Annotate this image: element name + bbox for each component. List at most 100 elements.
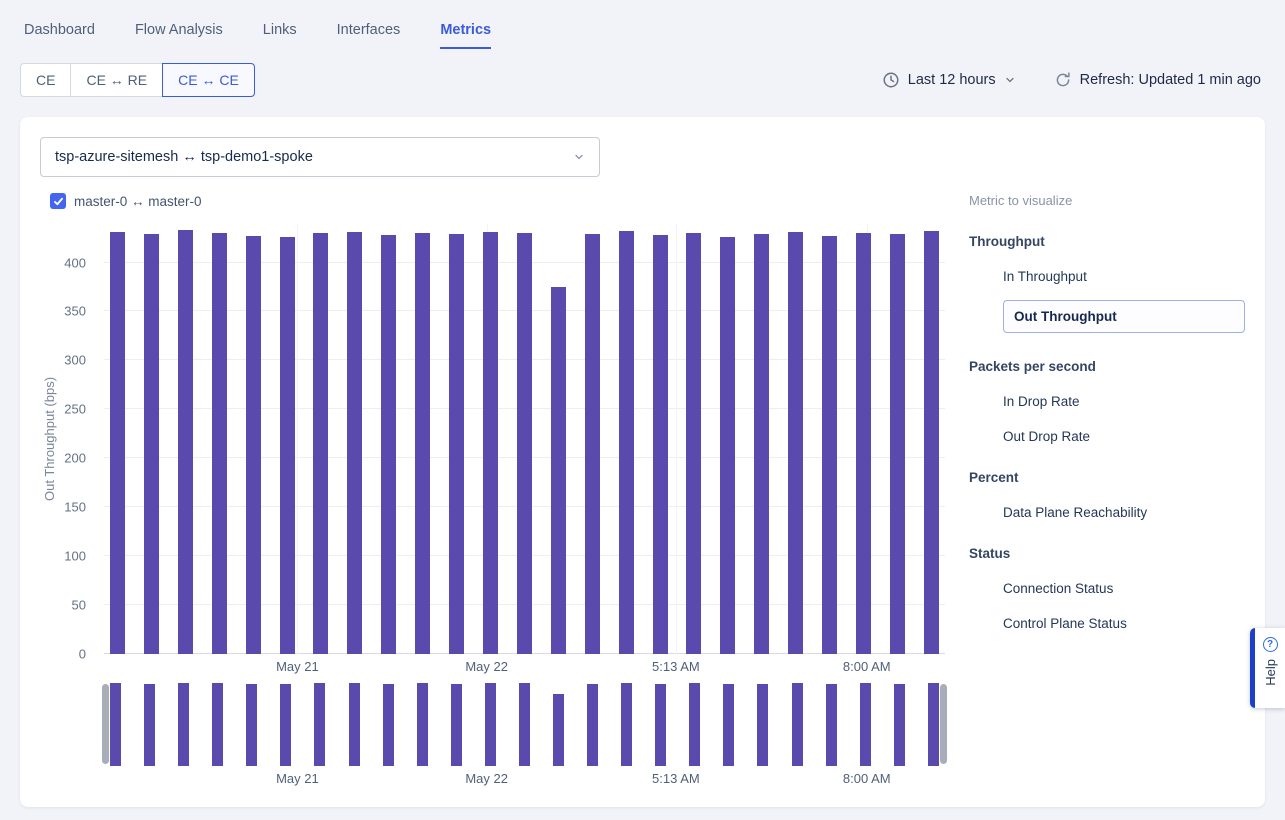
metrics-panel: tsp-azure-sitemesh ↔ tsp-demo1-spoke mas… — [20, 117, 1265, 807]
metric-sidebar: Metric to visualize Throughput In Throug… — [969, 193, 1245, 786]
bar — [788, 232, 803, 653]
bar — [246, 236, 261, 653]
bar — [314, 683, 325, 765]
time-range-picker[interactable]: Last 12 hours — [882, 71, 1016, 89]
bar — [553, 694, 564, 766]
y-tick-label: 100 — [64, 548, 86, 563]
bar — [110, 232, 125, 653]
help-icon: ? — [1263, 637, 1278, 652]
bar — [856, 233, 871, 653]
bar — [144, 234, 159, 653]
y-tick-label: 400 — [64, 255, 86, 270]
bar — [517, 233, 532, 653]
metric-in-drop-rate[interactable]: In Drop Rate — [1003, 394, 1245, 409]
bar — [890, 234, 905, 653]
bar — [723, 684, 734, 765]
bar — [144, 684, 155, 766]
bar — [178, 683, 189, 766]
bar — [349, 683, 360, 765]
metric-out-drop-rate[interactable]: Out Drop Rate — [1003, 429, 1245, 444]
bar — [485, 683, 496, 765]
refresh-control[interactable]: Refresh: Updated 1 min ago — [1054, 71, 1261, 89]
y-tick-label: 350 — [64, 304, 86, 319]
bar — [178, 230, 193, 653]
bar — [619, 231, 634, 653]
nav-links[interactable]: Links — [263, 22, 297, 49]
toolbar: CE CE ↔ RE CE ↔ CE Last 12 hours Refresh… — [20, 63, 1261, 97]
bar — [212, 683, 223, 765]
help-button[interactable]: ? Help — [1250, 628, 1285, 708]
x-tick-label: 5:13 AM — [652, 659, 700, 674]
y-tick-label: 300 — [64, 353, 86, 368]
bars-layer — [104, 224, 945, 654]
bar — [754, 234, 769, 653]
bar — [415, 233, 430, 653]
scope-tab-group: CE CE ↔ RE CE ↔ CE — [20, 63, 255, 97]
bar — [313, 233, 328, 653]
brush-handle-left[interactable] — [102, 684, 109, 764]
x-tick-label: 5:13 AM — [652, 771, 700, 786]
x-axis-labels: May 21 May 22 5:13 AM 8:00 AM — [104, 654, 945, 674]
nav-interfaces[interactable]: Interfaces — [337, 22, 401, 49]
tab-ce-ce[interactable]: CE ↔ CE — [162, 63, 255, 97]
brush-chart[interactable] — [104, 682, 945, 766]
nav-metrics[interactable]: Metrics — [440, 22, 491, 49]
nav-flow-analysis[interactable]: Flow Analysis — [135, 22, 223, 49]
checkbox-checked-icon — [50, 193, 66, 209]
bar — [653, 235, 668, 653]
group-throughput: Throughput — [969, 234, 1245, 249]
top-navigation: Dashboard Flow Analysis Links Interfaces… — [0, 0, 1285, 49]
group-status: Status — [969, 546, 1245, 561]
main-bar-chart — [104, 224, 945, 654]
help-label: Help — [1263, 659, 1278, 686]
bar — [689, 683, 700, 765]
metric-data-plane-reachability[interactable]: Data Plane Reachability — [1003, 505, 1245, 520]
x-tick-label: May 21 — [276, 771, 319, 786]
refresh-icon — [1054, 71, 1072, 89]
metric-control-plane-status[interactable]: Control Plane Status — [1003, 616, 1245, 631]
bar — [792, 683, 803, 765]
metric-out-throughput[interactable]: Out Throughput — [1003, 300, 1245, 333]
sidebar-title: Metric to visualize — [969, 193, 1245, 208]
y-tick-label: 250 — [64, 402, 86, 417]
metric-connection-status[interactable]: Connection Status — [1003, 581, 1245, 596]
bar — [822, 236, 837, 653]
tab-ce[interactable]: CE — [20, 63, 71, 97]
bar — [757, 684, 768, 766]
x-tick-label: 8:00 AM — [843, 659, 891, 674]
x-tick-label: May 21 — [276, 659, 319, 674]
bar — [449, 234, 464, 653]
tab-ce-re[interactable]: CE ↔ RE — [70, 63, 163, 97]
bar — [551, 287, 566, 653]
bar — [280, 684, 291, 765]
bar — [483, 232, 498, 653]
clock-icon — [882, 71, 900, 89]
chevron-down-icon — [573, 151, 585, 163]
x-tick-label: 8:00 AM — [843, 771, 891, 786]
series-checkbox[interactable]: master-0 ↔ master-0 — [50, 193, 202, 209]
chart: Out Throughput (bps) 0501001502002503003… — [40, 224, 945, 786]
bar — [585, 234, 600, 653]
bar — [212, 233, 227, 653]
group-percent: Percent — [969, 470, 1245, 485]
bar — [110, 683, 121, 765]
x-tick-label: May 22 — [465, 659, 508, 674]
bar — [621, 683, 632, 765]
bar — [280, 237, 295, 653]
series-checkbox-label: master-0 ↔ master-0 — [74, 194, 202, 209]
bar — [655, 684, 666, 766]
pair-select[interactable]: tsp-azure-sitemesh ↔ tsp-demo1-spoke — [40, 137, 600, 177]
chevron-down-icon — [1004, 74, 1016, 86]
brush-bars-layer — [104, 682, 945, 766]
metric-in-throughput[interactable]: In Throughput — [1003, 269, 1245, 284]
bar — [417, 683, 428, 765]
brush-handle-right[interactable] — [940, 684, 947, 764]
bar — [928, 683, 939, 765]
x-tick-label: May 22 — [465, 771, 508, 786]
nav-dashboard[interactable]: Dashboard — [24, 22, 95, 49]
bar — [924, 231, 939, 653]
pair-select-value: tsp-azure-sitemesh ↔ tsp-demo1-spoke — [55, 149, 313, 165]
y-tick-label: 200 — [64, 451, 86, 466]
bar — [587, 684, 598, 766]
bar — [381, 235, 396, 653]
